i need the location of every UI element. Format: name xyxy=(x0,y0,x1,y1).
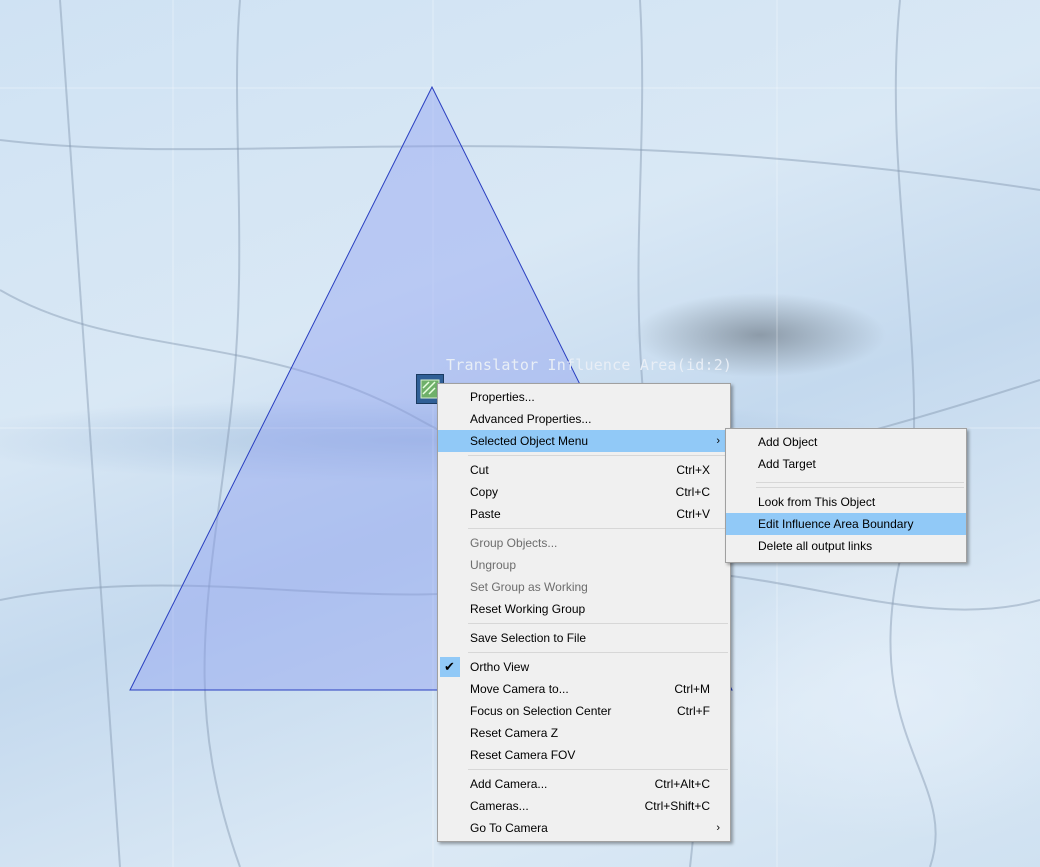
menu-item-label: Add Object xyxy=(758,435,818,449)
menu-item-label: Copy xyxy=(470,485,499,499)
menu-item-paste[interactable]: Paste Ctrl+V xyxy=(438,503,730,525)
submenu-arrow-icon: › xyxy=(716,822,720,834)
menu-item-go-to-camera[interactable]: Go To Camera › xyxy=(438,817,730,839)
submenu-item-delete-output-links[interactable]: Delete all output links xyxy=(726,535,966,557)
menu-item-advanced-properties[interactable]: Advanced Properties... xyxy=(438,408,730,430)
menu-item-selected-object-menu[interactable]: Selected Object Menu › xyxy=(438,430,730,452)
menu-item-label: Ungroup xyxy=(470,558,517,572)
menu-item-set-group-working[interactable]: Set Group as Working xyxy=(438,576,730,598)
selected-object-submenu: Add Object Add Target Look from This Obj… xyxy=(725,428,967,563)
menu-separator xyxy=(468,652,728,653)
menu-shortcut: Ctrl+C xyxy=(675,485,710,499)
menu-item-label: Selected Object Menu xyxy=(470,434,589,448)
menu-item-ortho-view[interactable]: ✔ Ortho View xyxy=(438,656,730,678)
menu-item-label: Add Target xyxy=(758,457,816,471)
submenu-item-add-target[interactable]: Add Target xyxy=(726,453,966,475)
menu-item-label: Paste xyxy=(470,507,501,521)
menu-item-ungroup[interactable]: Ungroup xyxy=(438,554,730,576)
menu-item-move-camera[interactable]: Move Camera to... Ctrl+M xyxy=(438,678,730,700)
menu-item-cameras[interactable]: Cameras... Ctrl+Shift+C xyxy=(438,795,730,817)
menu-separator xyxy=(468,623,728,624)
menu-item-add-camera[interactable]: Add Camera... Ctrl+Alt+C xyxy=(438,773,730,795)
menu-shortcut: Ctrl+M xyxy=(674,682,710,696)
menu-item-label: Group Objects... xyxy=(470,536,558,550)
menu-separator xyxy=(468,455,728,456)
checkmark-icon: ✔ xyxy=(440,657,460,677)
menu-item-label: Save Selection to File xyxy=(470,631,587,645)
menu-item-copy[interactable]: Copy Ctrl+C xyxy=(438,481,730,503)
menu-item-label: Focus on Selection Center xyxy=(470,704,612,718)
menu-item-label: Edit Influence Area Boundary xyxy=(758,517,914,531)
menu-shortcut: Ctrl+Alt+C xyxy=(654,777,710,791)
context-menu: Properties... Advanced Properties... Sel… xyxy=(437,383,731,842)
submenu-item-look-from-object[interactable]: Look from This Object xyxy=(726,491,966,513)
menu-separator xyxy=(756,482,964,483)
object-label: Translator Influence Area(id:2) xyxy=(446,356,733,374)
menu-item-label: Add Camera... xyxy=(470,777,548,791)
menu-shortcut: Ctrl+X xyxy=(676,463,710,477)
menu-shortcut: Ctrl+F xyxy=(677,704,710,718)
menu-item-label: Look from This Object xyxy=(758,495,876,509)
submenu-arrow-icon: › xyxy=(716,435,720,447)
submenu-item-edit-influence-area[interactable]: Edit Influence Area Boundary xyxy=(726,513,966,535)
menu-item-reset-camera-z[interactable]: Reset Camera Z xyxy=(438,722,730,744)
menu-item-label: Advanced Properties... xyxy=(470,412,592,426)
menu-item-focus-selection[interactable]: Focus on Selection Center Ctrl+F xyxy=(438,700,730,722)
menu-item-label: Go To Camera xyxy=(470,821,548,835)
menu-separator xyxy=(468,528,728,529)
menu-item-label: Cameras... xyxy=(470,799,529,813)
menu-item-properties[interactable]: Properties... xyxy=(438,386,730,408)
menu-item-save-selection[interactable]: Save Selection to File xyxy=(438,627,730,649)
menu-separator xyxy=(756,487,964,488)
menu-item-label: Delete all output links xyxy=(758,539,873,553)
menu-item-label: Properties... xyxy=(470,390,535,404)
menu-item-label: Reset Camera Z xyxy=(470,726,559,740)
menu-item-label: Cut xyxy=(470,463,489,477)
menu-item-label: Ortho View xyxy=(470,660,530,674)
menu-separator xyxy=(468,769,728,770)
menu-item-label: Move Camera to... xyxy=(470,682,569,696)
menu-item-reset-camera-fov[interactable]: Reset Camera FOV xyxy=(438,744,730,766)
menu-shortcut: Ctrl+V xyxy=(676,507,710,521)
menu-item-cut[interactable]: Cut Ctrl+X xyxy=(438,459,730,481)
menu-shortcut: Ctrl+Shift+C xyxy=(644,799,710,813)
menu-item-label: Reset Camera FOV xyxy=(470,748,576,762)
menu-item-label: Set Group as Working xyxy=(470,580,588,594)
submenu-item-add-object[interactable]: Add Object xyxy=(726,431,966,453)
menu-item-label: Reset Working Group xyxy=(470,602,586,616)
menu-item-reset-working-group[interactable]: Reset Working Group xyxy=(438,598,730,620)
menu-item-group-objects[interactable]: Group Objects... xyxy=(438,532,730,554)
